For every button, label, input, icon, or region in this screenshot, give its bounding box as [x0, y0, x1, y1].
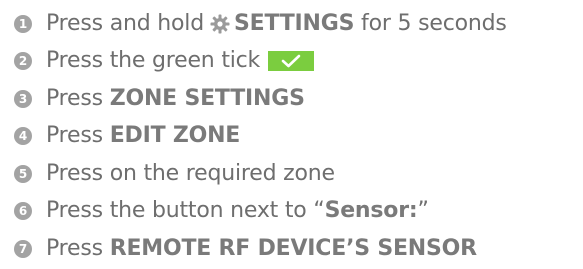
step-number: 5 — [14, 164, 32, 183]
step-text-bold: REMOTE RF DEVICE’S SENSOR — [109, 235, 477, 261]
step-text-plain: Press — [46, 235, 110, 261]
green-tick-button — [268, 51, 315, 72]
step-4: 4 Press EDIT ZONE — [0, 118, 583, 156]
step-number: 6 — [14, 202, 32, 221]
step-5: 5 Press on the required zone — [0, 155, 583, 193]
step-text: Press the button next to “ Sensor: ” — [46, 200, 429, 222]
step-text-plain: ” — [417, 198, 429, 224]
step-text: Press EDIT ZONE — [46, 125, 240, 147]
step-2: 2 Press the green tick — [0, 43, 583, 81]
step-text-bold: Sensor: — [324, 198, 418, 224]
step-text: Press ZONE SETTINGS — [46, 85, 305, 111]
step-text-plain: Press — [46, 85, 110, 111]
step-6: 6 Press the button next to “ Sensor: ” — [0, 193, 583, 231]
step-text-plain: Press the button next to “ — [46, 198, 325, 224]
step-text: Press and hold SETTINGS for 5 seconds — [46, 10, 507, 36]
step-text: Press the green tick — [46, 48, 315, 74]
instruction-steps: 1 Press and hold SETTINGS for 5 seconds … — [0, 0, 583, 269]
step-1: 1 Press and hold SETTINGS for 5 seconds — [0, 5, 583, 43]
step-text-plain: Press and hold — [46, 10, 204, 36]
gear-icon — [210, 14, 230, 34]
step-text-plain: Press the green tick — [46, 48, 261, 74]
step-text-plain: Press — [46, 123, 110, 149]
step-number: 3 — [14, 89, 32, 108]
step-text-bold: SETTINGS — [233, 10, 355, 36]
step-text: Press REMOTE RF DEVICE’S SENSOR — [46, 235, 477, 261]
step-text: Press on the required zone — [46, 160, 335, 186]
step-text-bold: ZONE SETTINGS — [109, 85, 305, 111]
step-text-plain: for 5 seconds — [354, 10, 507, 36]
step-text-plain: Press on the required zone — [46, 160, 335, 186]
step-number: 2 — [14, 52, 32, 71]
step-number: 1 — [14, 14, 32, 33]
step-7: 7 Press REMOTE RF DEVICE’S SENSOR — [0, 230, 583, 268]
step-number: 4 — [14, 127, 32, 146]
step-3: 3 Press ZONE SETTINGS — [0, 80, 583, 118]
step-text-bold: EDIT ZONE — [109, 123, 241, 149]
step-number: 7 — [14, 239, 32, 258]
checkmark-icon — [281, 54, 301, 68]
